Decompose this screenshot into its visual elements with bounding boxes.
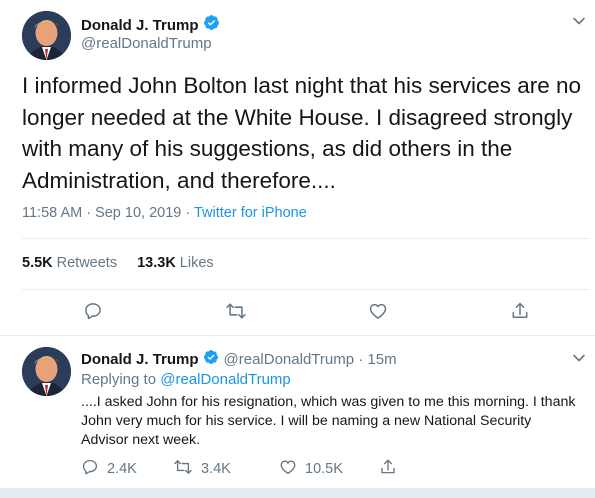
author-handle[interactable]: @realDonaldTrump <box>81 35 212 52</box>
reply-text: ....I asked John for his resignation, wh… <box>81 394 576 448</box>
reply-share-button[interactable] <box>379 458 397 480</box>
reply-icon <box>83 301 103 326</box>
divider <box>22 289 590 290</box>
reply-like-button[interactable]: 10.5K <box>279 458 379 480</box>
retweet-icon <box>173 458 193 480</box>
retweets-stat[interactable]: 5.5K Retweets <box>22 255 117 271</box>
replying-prefix: Replying to <box>81 371 161 388</box>
likes-count: 13.3K <box>137 255 176 271</box>
replying-to-link[interactable]: @realDonaldTrump <box>160 371 291 388</box>
retweet-count: 3.4K <box>201 461 231 477</box>
verified-badge-icon <box>203 349 219 369</box>
chevron-down-icon[interactable] <box>572 14 586 33</box>
reply-retweet-button[interactable]: 3.4K <box>173 458 279 480</box>
timestamp[interactable]: 11:58 AM · Sep 10, 2019 · <box>22 205 194 221</box>
reply-author-row: Donald J. Trump @realDonaldTrump · 15m <box>81 349 397 369</box>
avatar[interactable] <box>22 11 71 60</box>
like-icon <box>368 301 388 326</box>
tweet-source-link[interactable]: Twitter for iPhone <box>194 205 307 221</box>
author-row: Donald J. Trump <box>81 14 220 36</box>
reply-button[interactable] <box>82 302 104 324</box>
timeline-separator <box>0 488 595 498</box>
likes-label: Likes <box>179 255 214 271</box>
reply-handle-time[interactable]: @realDonaldTrump · 15m <box>224 351 397 368</box>
author-name[interactable]: Donald J. Trump <box>81 17 199 34</box>
verified-badge-icon <box>203 14 220 36</box>
reply-count: 2.4K <box>107 461 137 477</box>
tweet-metadata: 11:58 AM · Sep 10, 2019 · Twitter for iP… <box>22 205 307 221</box>
avatar[interactable] <box>22 347 71 396</box>
reply-icon <box>81 458 99 480</box>
tweet-text: I informed John Bolton last night that h… <box>22 73 582 193</box>
reply-author-name[interactable]: Donald J. Trump <box>81 351 199 368</box>
like-button[interactable] <box>367 302 389 324</box>
main-tweet: Donald J. Trump @realDonaldTrump I infor… <box>0 0 595 335</box>
like-count: 10.5K <box>305 461 343 477</box>
retweets-label: Retweets <box>56 255 118 271</box>
chevron-down-icon[interactable] <box>572 351 586 370</box>
engagement-stats: 5.5K Retweets 13.3K Likes <box>22 255 234 271</box>
share-icon <box>510 301 530 326</box>
retweet-button[interactable] <box>225 302 247 324</box>
like-icon <box>279 458 297 480</box>
likes-stat[interactable]: 13.3K Likes <box>137 255 214 271</box>
retweet-icon <box>225 301 247 326</box>
retweets-count: 5.5K <box>22 255 53 271</box>
replying-to: Replying to @realDonaldTrump <box>81 371 291 388</box>
reply-actions: 2.4K 3.4K 10.5K <box>81 458 397 480</box>
divider <box>22 238 590 239</box>
share-icon <box>379 458 397 480</box>
reply-reply-button[interactable]: 2.4K <box>81 458 173 480</box>
share-button[interactable] <box>509 302 531 324</box>
